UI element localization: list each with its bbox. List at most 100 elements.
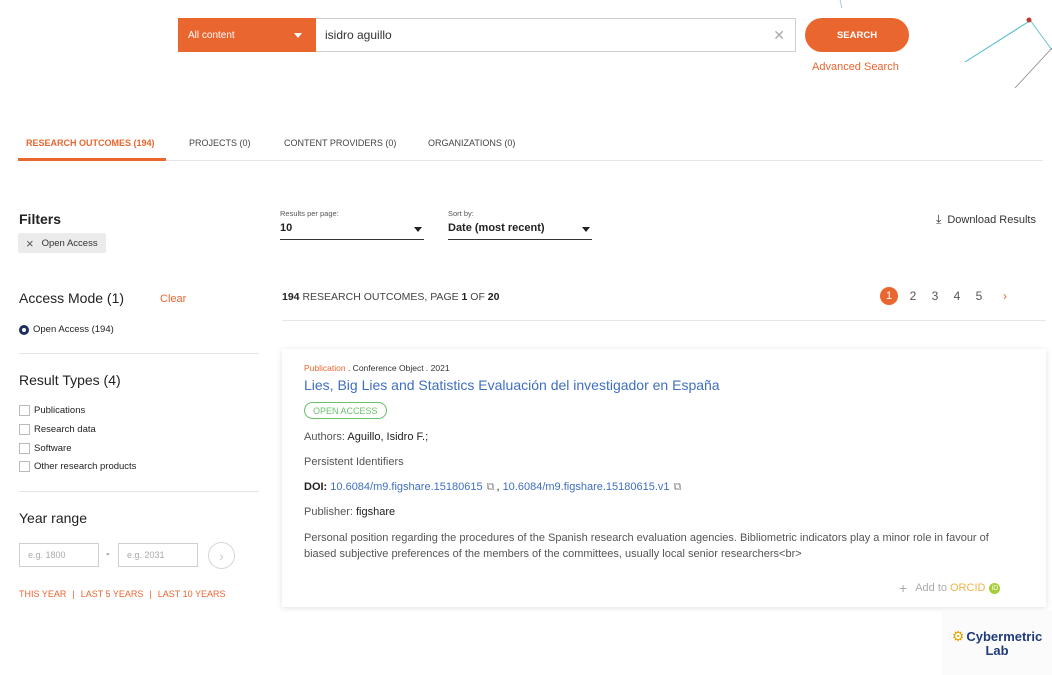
search-scope-label: All content: [188, 29, 235, 41]
divider: [19, 491, 259, 492]
per-page-value: 10: [280, 222, 293, 234]
orcid-label: ORCID: [950, 582, 986, 594]
authors: Authors: Aguillo, Isidro F.;: [304, 431, 428, 443]
authors-label: Authors:: [304, 431, 348, 443]
quick-year-links: THIS YEAR | LAST 5 YEARS | LAST 10 YEARS: [19, 589, 225, 599]
sort-select[interactable]: Date (most recent): [448, 222, 592, 240]
search-query: isidro aguillo: [325, 28, 392, 42]
doi-link[interactable]: 10.6084/m9.figshare.15180615.v1: [503, 481, 670, 493]
authors-value[interactable]: Aguillo, Isidro F.;: [347, 431, 428, 443]
download-label: Download Results: [947, 213, 1036, 226]
checkbox-label: Publications: [34, 405, 86, 416]
result-types-title: Result Types (4): [19, 372, 121, 388]
tab-content-providers[interactable]: CONTENT PROVIDERS (0): [284, 138, 396, 148]
per-page-select[interactable]: 10: [280, 222, 424, 240]
page-link[interactable]: 4: [946, 289, 968, 303]
result-count: 194 RESEARCH OUTCOMES, PAGE 1 OF 20: [282, 291, 499, 303]
separator: |: [72, 589, 75, 599]
checkbox-label: Research data: [34, 424, 96, 435]
result-total-pages: 20: [487, 291, 500, 303]
filters-title: Filters: [19, 211, 62, 227]
publisher: Publisher: figshare: [304, 506, 395, 518]
sort-value: Date (most recent): [448, 222, 545, 234]
divider: [282, 320, 1046, 321]
year-from-input[interactable]: e.g. 1800: [19, 543, 99, 567]
active-tab-indicator: [18, 158, 166, 161]
tab-projects[interactable]: PROJECTS (0): [189, 138, 251, 148]
external-link-icon[interactable]: ⧉: [674, 481, 682, 493]
result-description: Personal position regarding the procedur…: [304, 532, 989, 560]
year-range-title: Year range: [19, 510, 87, 526]
doi-row: DOI: 10.6084/m9.figshare.15180615 ⧉, 10.6…: [304, 481, 683, 494]
download-results-button[interactable]: ⤓ Download Results: [936, 212, 1036, 227]
doi-separator: ,: [496, 481, 500, 493]
chevron-down-icon: [582, 227, 590, 232]
logo-line-2: Lab: [985, 642, 1009, 658]
page-link[interactable]: 2: [902, 289, 924, 303]
page-link[interactable]: 3: [924, 289, 946, 303]
result-title-link[interactable]: Lies, Big Lies and Statistics Evaluación…: [304, 377, 720, 393]
last-5-years-link[interactable]: LAST 5 YEARS: [81, 589, 144, 599]
result-tabs: RESEARCH OUTCOMES (194) PROJECTS (0) CON…: [18, 128, 1043, 161]
publisher-value: figshare: [355, 506, 396, 518]
sort-label: Sort by:: [448, 209, 474, 218]
doi-link[interactable]: 10.6084/m9.figshare.15180615: [330, 481, 482, 493]
result-total: 194: [282, 291, 300, 303]
chevron-right-icon: ›: [219, 547, 224, 564]
add-to-orcid-button[interactable]: + Add to ORCID iD: [899, 580, 1001, 596]
orcid-icon: iD: [989, 582, 1001, 594]
chevron-down-icon: [294, 33, 302, 38]
checkbox[interactable]: [19, 461, 30, 472]
pagination: 1 2 3 4 5 ›: [880, 287, 1016, 305]
header: All content isidro aguillo ✕ SEARCH Adva…: [0, 0, 1052, 125]
result-count-text: RESEARCH OUTCOMES, PAGE: [299, 291, 462, 303]
access-mode-option-label: Open Access (194): [33, 324, 114, 335]
chip-label: Open Access: [41, 237, 98, 249]
cybermetrics-lab-logo: ⚙ Cybermetric Lab: [942, 610, 1052, 675]
search-input[interactable]: isidro aguillo ✕: [316, 18, 796, 52]
tab-organizations[interactable]: ORGANIZATIONS (0): [428, 138, 515, 148]
year-to-input[interactable]: e.g. 2031: [118, 543, 198, 567]
result-type-software[interactable]: Software: [19, 443, 72, 454]
tab-research-outcomes[interactable]: RESEARCH OUTCOMES (194): [26, 138, 155, 148]
result-meta: Publication . Conference Object . 2021: [304, 363, 450, 373]
radio-selected-icon[interactable]: [19, 324, 29, 335]
checkbox-label: Other research products: [34, 461, 137, 472]
result-type-other[interactable]: Other research products: [19, 461, 136, 472]
open-access-badge: OPEN ACCESS: [304, 402, 387, 419]
last-10-years-link[interactable]: LAST 10 YEARS: [158, 589, 226, 599]
orcid-prefix: Add to: [915, 582, 947, 594]
divider: [19, 353, 259, 354]
active-filter-chip[interactable]: × Open Access: [18, 233, 106, 253]
checkbox-label: Software: [34, 443, 72, 454]
checkbox[interactable]: [19, 405, 30, 416]
clear-access-mode-link[interactable]: Clear: [160, 293, 186, 305]
checkbox[interactable]: [19, 443, 30, 454]
close-icon[interactable]: ×: [26, 236, 34, 251]
access-mode-option[interactable]: Open Access (194): [19, 324, 114, 335]
page-current[interactable]: 1: [880, 287, 898, 305]
search-scope-select[interactable]: All content: [178, 18, 316, 52]
gear-icon: ⚙: [951, 627, 965, 644]
plus-icon: +: [899, 580, 908, 596]
access-mode-title: Access Mode (1): [19, 290, 125, 306]
result-type-research-data[interactable]: Research data: [19, 424, 96, 435]
this-year-link[interactable]: THIS YEAR: [19, 589, 66, 599]
year-apply-button[interactable]: ›: [208, 542, 235, 569]
doi-label: DOI:: [304, 481, 331, 493]
chevron-down-icon: [414, 227, 422, 232]
result-meta-text: . Conference Object . 2021: [345, 363, 450, 373]
clear-search-icon[interactable]: ✕: [773, 27, 785, 44]
page-link[interactable]: 5: [968, 289, 990, 303]
decorative-lines: [839, 0, 1052, 89]
next-page-icon[interactable]: ›: [994, 289, 1016, 303]
year-range-dash: -: [106, 548, 110, 560]
publisher-label: Publisher:: [304, 506, 356, 518]
external-link-icon[interactable]: ⧉: [487, 481, 495, 493]
per-page-label: Results per page:: [280, 209, 339, 218]
separator: |: [149, 589, 152, 599]
result-type: Publication: [304, 363, 346, 373]
result-type-publications[interactable]: Publications: [19, 405, 85, 416]
logo-text-1: Cybermetric: [966, 628, 1043, 644]
checkbox[interactable]: [19, 424, 30, 435]
